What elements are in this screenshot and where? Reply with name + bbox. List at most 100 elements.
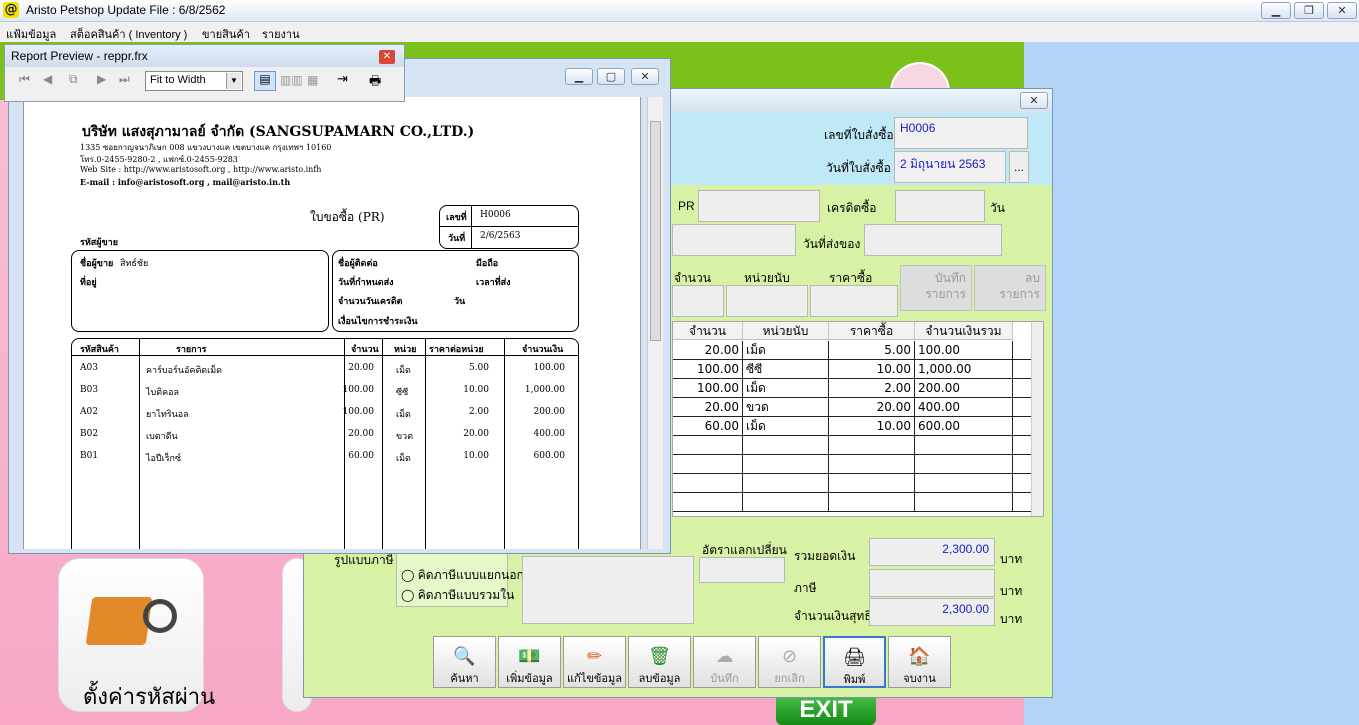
report-date-value: 2/6/2563 xyxy=(480,231,521,241)
exchange-select[interactable] xyxy=(699,557,785,583)
vendor-field[interactable] xyxy=(672,224,796,256)
save-item-button[interactable]: บันทึก รายการ xyxy=(900,265,972,311)
report-credit-label: จำนวนวันเครดิต xyxy=(338,297,403,307)
multi-page-view-icon[interactable]: ▦ xyxy=(307,73,318,87)
report-header-cell: หน่วย xyxy=(394,345,417,355)
grid-cell xyxy=(1013,474,1033,493)
grid-cell xyxy=(915,436,1013,455)
item-grid[interactable]: จำนวน หน่วยนับ ราคาซื้อ จำนวนเงินรวม 20.… xyxy=(672,321,1044,517)
delivery-date-field[interactable] xyxy=(864,224,1002,256)
table-row[interactable]: 20.00 เม็ด 5.00 100.00 xyxy=(673,341,1033,360)
report-maximize-button[interactable]: ▢ xyxy=(597,68,625,85)
report-minimize-button[interactable]: ▁ xyxy=(565,68,593,85)
table-row[interactable] xyxy=(673,493,1033,512)
report-cell: ซีซี xyxy=(396,388,409,398)
table-row[interactable]: 100.00 เม็ด 2.00 200.00 xyxy=(673,379,1033,398)
grid-cell: 60.00 xyxy=(673,417,743,436)
search-button[interactable]: 🔍 ค้นหา xyxy=(433,636,496,688)
grid-header-qty: จำนวน xyxy=(673,322,743,340)
report-cell: คาร์บอร์นอัคติดเม็ด xyxy=(146,366,222,376)
unit-select[interactable] xyxy=(726,285,808,317)
grid-cell: เม็ด xyxy=(743,417,829,436)
tax-option-exclusive[interactable]: ◯ คิดภาษีแบบแยกนอก xyxy=(401,566,524,585)
delete-button[interactable]: 🗑 ลบข้อมูล xyxy=(628,636,691,688)
table-row[interactable]: 20.00 ขวด 20.00 400.00 xyxy=(673,398,1033,417)
print-button[interactable]: 🖨 พิมพ์ xyxy=(823,636,886,688)
restore-button[interactable]: ❐ xyxy=(1294,2,1324,19)
pencil-icon: ✏ xyxy=(586,646,603,666)
exit-button[interactable]: EXIT xyxy=(776,694,876,725)
edit-button[interactable]: ✏ แก้ไขข้อมูล xyxy=(563,636,626,688)
report-cell: 100.00 xyxy=(342,407,375,417)
cancel-button[interactable]: ⊘ ยกเลิก xyxy=(758,636,821,688)
menu-inventory[interactable]: สต็อคสินค้า ( Inventory ) xyxy=(70,25,187,43)
add-button[interactable]: 💵 เพิ่มข้อมูล xyxy=(498,636,561,688)
search-icon: 🔍 xyxy=(453,646,476,666)
prev-page-icon[interactable]: ◀ xyxy=(43,72,52,86)
last-page-icon[interactable]: ⏭ xyxy=(119,72,130,87)
printer-icon[interactable]: 🖶 xyxy=(369,72,381,94)
menu-sales[interactable]: ขายสินค้า xyxy=(202,25,250,43)
first-page-icon[interactable]: ⏮ xyxy=(19,72,30,87)
net-currency: บาท xyxy=(1000,612,1023,626)
report-terms-label: เงื่อนไขการชำระเงิน xyxy=(338,317,418,327)
report-column-rule xyxy=(425,338,426,549)
report-cell: 5.00 xyxy=(468,363,489,373)
grid-cell xyxy=(1013,341,1033,360)
delete-item-button[interactable]: ลบ รายการ xyxy=(974,265,1046,311)
zoom-select[interactable]: Fit to Width ▼ xyxy=(145,71,243,91)
grid-scrollbar[interactable] xyxy=(1031,322,1043,516)
report-vendor-name-label: ชื่อผู้ขาย xyxy=(80,259,114,269)
vat-field[interactable] xyxy=(869,569,995,597)
save-button[interactable]: ☁ บันทึก xyxy=(693,636,756,688)
grid-cell: 400.00 xyxy=(915,398,1013,417)
close-button[interactable]: ✕ xyxy=(1327,2,1357,19)
grid-cell xyxy=(1013,455,1033,474)
date-picker-button[interactable]: ... xyxy=(1009,151,1029,183)
pr-field[interactable] xyxy=(698,190,820,222)
export-icon[interactable]: ⇥ xyxy=(337,72,348,87)
remarks-textarea[interactable] xyxy=(522,556,694,624)
report-scroll-thumb[interactable] xyxy=(650,121,661,341)
tax-option-inclusive[interactable]: ◯ คิดภาษีแบบรวมใน xyxy=(401,586,514,605)
copy-page-icon[interactable]: ⧉ xyxy=(69,72,78,87)
sum-currency: บาท xyxy=(1000,552,1023,566)
report-cell: 100.00 xyxy=(533,363,566,373)
two-page-view-icon[interactable]: ▥▥ xyxy=(280,73,303,87)
preview-close-icon[interactable]: ✕ xyxy=(379,50,395,64)
po-date-field[interactable]: 2 มิถุนายน 2563 xyxy=(894,151,1006,183)
minimize-button[interactable]: ▁ xyxy=(1261,2,1291,19)
grid-cell xyxy=(743,493,829,512)
report-window: ▁ ▢ ✕ บริษัท แสงสุภามาลย์ จำกัด (SANGSUP… xyxy=(8,58,671,554)
form-close-button[interactable]: ✕ xyxy=(1020,92,1048,109)
sum-field[interactable]: 2,300.00 xyxy=(869,538,995,566)
table-row[interactable]: 100.00 ซีซี 10.00 1,000.00 xyxy=(673,360,1033,379)
report-cell: ขวด xyxy=(396,432,414,442)
next-page-icon[interactable]: ▶ xyxy=(97,72,106,86)
finish-button[interactable]: 🏠 จบงาน xyxy=(888,636,951,688)
table-row[interactable] xyxy=(673,455,1033,474)
single-page-view-icon[interactable]: ▤ xyxy=(254,71,276,91)
grid-cell xyxy=(673,436,743,455)
credit-label: เครดิตซื้อ xyxy=(827,201,877,215)
password-settings-tile[interactable]: ตั้งค่ารหัสผ่าน xyxy=(58,558,215,712)
magnifier-key-icon xyxy=(143,599,177,633)
grid-cell: เม็ด xyxy=(743,379,829,398)
report-scrollbar[interactable] xyxy=(647,97,663,549)
report-cell: B02 xyxy=(80,429,99,439)
menu-report[interactable]: รายงาน xyxy=(262,25,300,43)
qty-field[interactable] xyxy=(672,285,724,317)
table-row[interactable] xyxy=(673,474,1033,493)
report-cell: 20.00 xyxy=(348,363,374,373)
credit-field[interactable] xyxy=(895,190,985,222)
menu-file[interactable]: แฟ้มข้อมูล xyxy=(6,25,56,43)
report-cell: เม็ด xyxy=(396,366,411,376)
table-row[interactable] xyxy=(673,436,1033,455)
report-cell: A03 xyxy=(80,363,98,373)
price-field[interactable] xyxy=(810,285,898,317)
po-number-field[interactable]: H0006 xyxy=(894,117,1028,149)
grid-cell xyxy=(743,455,829,474)
report-close-button[interactable]: ✕ xyxy=(631,68,659,85)
net-field[interactable]: 2,300.00 xyxy=(869,598,995,626)
table-row[interactable]: 60.00 เม็ด 10.00 600.00 xyxy=(673,417,1033,436)
